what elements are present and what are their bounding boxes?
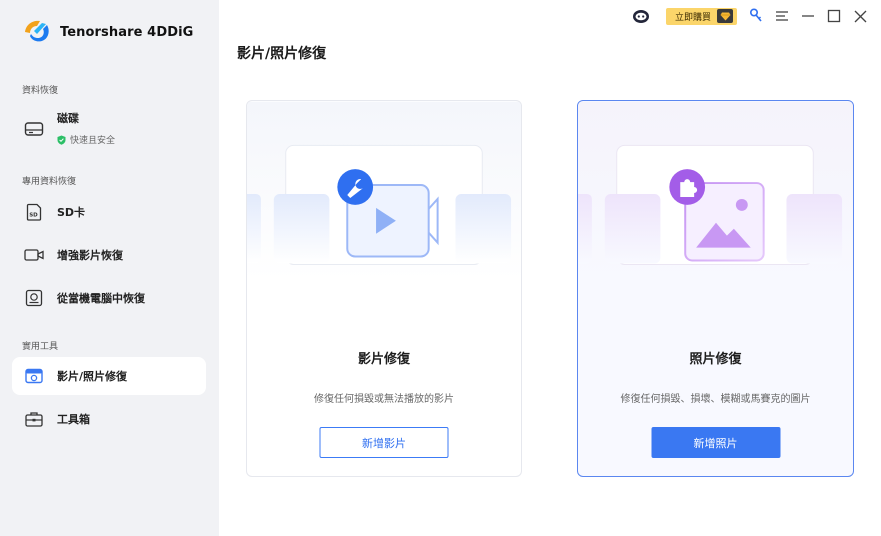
video-repair-illustration: [247, 101, 521, 281]
sidebar-item-sd-card[interactable]: SD SD卡: [12, 193, 206, 231]
toolbox-icon: [24, 409, 44, 429]
section-label-special-recovery: 專用資料恢復: [22, 177, 77, 187]
photo-repair-card[interactable]: 照片修復 修復任何損毀、損壞、模糊或馬賽克的圖片 新增照片: [577, 100, 854, 477]
maximize-icon[interactable]: [823, 5, 845, 27]
sidebar: Tenorshare 4DDiG 資料恢復 磁碟 快速且安全 專用資料恢復 SD…: [0, 0, 219, 536]
video-camera-icon: [24, 245, 44, 265]
crashed-computer-icon: [24, 288, 44, 308]
app-logo-icon: [25, 20, 49, 42]
sidebar-item-label: 磁碟: [57, 111, 79, 125]
sidebar-item-label: 增強影片恢復: [57, 249, 123, 262]
sidebar-item-enhanced-video[interactable]: 增強影片恢復: [12, 236, 206, 274]
add-photo-button[interactable]: 新增照片: [651, 427, 780, 458]
photo-repair-title: 照片修復: [689, 352, 742, 367]
buy-now-button[interactable]: 立即購買: [665, 7, 737, 25]
add-video-button[interactable]: 新增影片: [319, 427, 449, 458]
sidebar-item-toolbox[interactable]: 工具箱: [12, 400, 206, 438]
key-icon[interactable]: [745, 5, 767, 27]
sidebar-item-disk[interactable]: 磁碟 快速且安全: [12, 105, 206, 153]
minimize-icon[interactable]: [797, 5, 819, 27]
section-label-utilities: 實用工具: [22, 342, 59, 352]
sidebar-item-label: 從當機電腦中恢復: [57, 292, 145, 305]
menu-icon[interactable]: [771, 5, 793, 27]
buy-now-label: 立即購買: [674, 12, 711, 23]
video-repair-description: 修復任何損毀或無法播放的影片: [314, 394, 454, 405]
sidebar-item-crashed-computer[interactable]: 從當機電腦中恢復: [12, 279, 206, 317]
video-repair-title: 影片修復: [357, 352, 410, 367]
shield-check-icon: [57, 130, 66, 149]
video-repair-card[interactable]: 影片修復 修復任何損毀或無法播放的影片 新增影片: [246, 100, 522, 477]
sidebar-item-label: 影片/照片修復: [57, 370, 128, 383]
app-brand: Tenorshare 4DDiG: [22, 18, 193, 46]
sidebar-item-label: SD卡: [57, 206, 86, 219]
page-title: 影片/照片修復: [237, 46, 327, 62]
svg-text:SD: SD: [29, 213, 38, 219]
window-titlebar: 立即購買: [626, 5, 871, 27]
support-bot-icon[interactable]: [630, 5, 652, 27]
photo-repair-description: 修復任何損毀、損壞、模糊或馬賽克的圖片: [620, 394, 811, 405]
sd-card-icon: SD: [24, 202, 44, 222]
close-icon[interactable]: [849, 5, 871, 27]
section-label-data-recovery: 資料恢復: [22, 86, 59, 96]
gem-icon: [717, 9, 733, 23]
disk-status-text: 快速且安全: [70, 135, 116, 146]
sidebar-item-photo-video-repair[interactable]: 影片/照片修復: [12, 357, 206, 395]
app-name: Tenorshare 4DDiG: [60, 24, 194, 40]
photo-repair-illustration: [578, 101, 853, 281]
disk-drive-icon: [24, 119, 44, 139]
sidebar-item-label: 工具箱: [57, 413, 90, 426]
photo-repair-icon: [24, 366, 44, 386]
